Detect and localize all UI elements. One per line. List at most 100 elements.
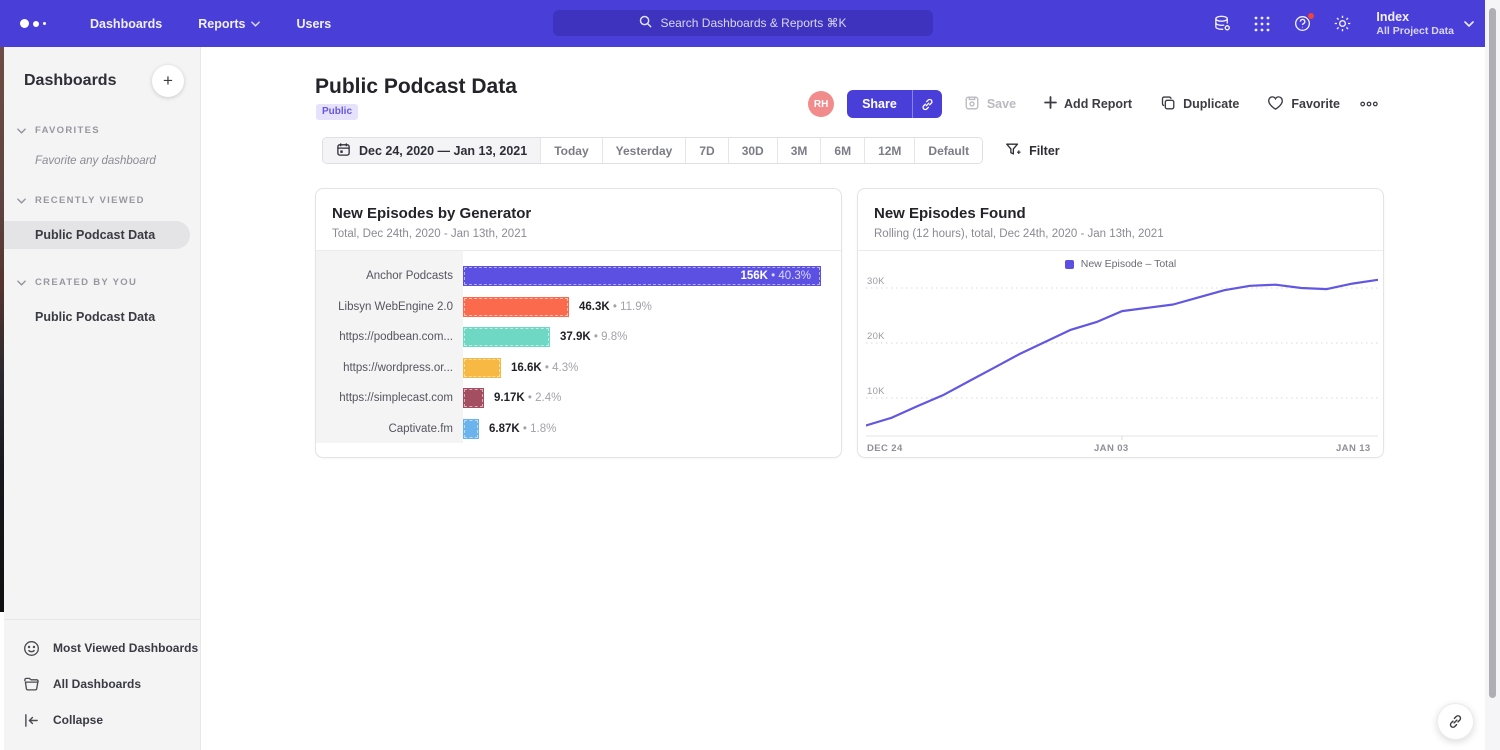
primary-nav: DashboardsReportsUsers [72,0,349,47]
sidebar-title: Dashboards [24,72,116,90]
bar[interactable] [463,297,569,317]
bar-category-label: https://simplecast.com [316,388,453,408]
project-name: Index [1376,10,1454,25]
bar-value-label: 37.9K • 9.8% [560,327,627,347]
favorite-button[interactable]: Favorite [1253,90,1354,118]
page-title: Public Podcast Data [315,75,517,99]
bar[interactable] [463,419,479,439]
copy-link-fab[interactable] [1437,703,1474,740]
bar-value-label: 46.3K • 11.9% [579,297,652,317]
legend-label: New Episode – Total [1081,258,1177,270]
section-header[interactable]: RECENTLY VIEWED [4,191,200,209]
main-content: Public Podcast Data Public RH Share Save… [202,47,1484,750]
bar-value-label: 156K • 40.3% [463,266,811,286]
date-preset-yesterday[interactable]: Yesterday [602,138,686,163]
sidebar-item[interactable]: Public Podcast Data [4,221,190,249]
vertical-scrollbar-thumb[interactable] [1489,8,1496,698]
bar[interactable] [463,388,484,408]
nav-item-dashboards[interactable]: Dashboards [72,0,180,47]
bar-row[interactable]: https://podbean.com... 37.9K • 9.8% [316,327,841,347]
footer-item-collapse[interactable]: Collapse [4,702,200,738]
calendar-icon [336,142,351,160]
more-options-icon[interactable] [1354,101,1384,107]
sidebar-footer: Most Viewed DashboardsAll DashboardsColl… [4,619,200,750]
avatar[interactable]: RH [808,91,834,117]
settings-gear-icon[interactable] [1332,14,1352,34]
date-preset-7d[interactable]: 7D [685,138,727,163]
vertical-scrollbar-track[interactable] [1485,0,1500,750]
sidebar-section: CREATED BY YOU Public Podcast Data [4,273,200,331]
bar-value-label: 16.6K • 4.3% [511,358,578,378]
date-controls: Dec 24, 2020 — Jan 13, 2021 TodayYesterd… [322,137,1060,164]
smiley-icon [22,639,40,657]
card-new-episodes-found: New Episodes Found Rolling (12 hours), t… [857,188,1384,458]
help-icon[interactable] [1292,14,1312,34]
chevron-down-icon [17,273,26,291]
footer-item-all-dashboards[interactable]: All Dashboards [4,666,200,702]
nav-item-reports[interactable]: Reports [180,0,278,47]
line-chart[interactable] [866,271,1378,441]
chevron-down-icon [1464,21,1474,27]
bar-row[interactable]: Anchor Podcasts 156K • 40.3% [316,266,841,286]
mixpanel-logo-icon[interactable] [20,19,60,28]
search-placeholder: Search Dashboards & Reports ⌘K [660,16,846,30]
section-header[interactable]: FAVORITES [4,121,200,139]
date-preset-default[interactable]: Default [914,138,982,163]
apps-grid-icon[interactable] [1252,14,1272,34]
bar-row[interactable]: https://wordpress.or... 16.6K • 4.3% [316,358,841,378]
project-scope: All Project Data [1376,25,1454,38]
bar-row[interactable]: Captivate.fm 6.87K • 1.8% [316,419,841,439]
share-link-icon[interactable] [912,90,942,118]
bar-row[interactable]: https://simplecast.com 9.17K • 2.4% [316,388,841,408]
sidebar-item[interactable]: Public Podcast Data [4,303,190,331]
x-axis-tick: JAN 13 [1336,443,1371,454]
bar[interactable] [463,358,501,378]
chart-subtitle: Rolling (12 hours), total, Dec 24th, 202… [874,228,1164,240]
sidebar-section: FAVORITESFavorite any dashboard [4,121,200,167]
save-button[interactable]: Save [950,90,1030,118]
section-header[interactable]: CREATED BY YOU [4,273,200,291]
save-icon [964,95,980,114]
project-switcher[interactable]: Index All Project Data [1376,10,1474,38]
sidebar-sections: FAVORITESFavorite any dashboard RECENTLY… [4,121,200,331]
date-preset-30d[interactable]: 30D [728,138,777,163]
sidebar-section: RECENTLY VIEWED Public Podcast Data [4,191,200,249]
duplicate-icon [1160,95,1176,114]
chart-title[interactable]: New Episodes by Generator [332,205,531,222]
bar-chart: Anchor Podcasts 156K • 40.3% Libsyn WebEn… [316,251,841,443]
collapse-icon [22,711,40,729]
date-range-picker[interactable]: Dec 24, 2020 — Jan 13, 2021 [323,138,540,163]
heart-icon [1267,95,1284,114]
top-navbar: DashboardsReportsUsers Search Dashboards… [0,0,1500,47]
date-preset-12m[interactable]: 12M [864,138,914,163]
share-button[interactable]: Share [847,90,912,118]
data-management-icon[interactable] [1212,14,1232,34]
bar-category-label: https://wordpress.or... [316,358,453,378]
duplicate-button[interactable]: Duplicate [1146,90,1253,118]
filter-button[interactable]: Filter [1005,142,1060,160]
date-preset-today[interactable]: Today [540,138,601,163]
y-axis-tick: 30K [867,276,885,287]
bar-row[interactable]: Libsyn WebEngine 2.0 46.3K • 11.9% [316,297,841,317]
add-report-button[interactable]: Add Report [1030,90,1146,118]
search-input[interactable]: Search Dashboards & Reports ⌘K [553,10,933,36]
date-preset-3m[interactable]: 3M [777,138,821,163]
add-dashboard-button[interactable]: + [152,65,184,97]
footer-item-most-viewed-dashboards[interactable]: Most Viewed Dashboards [4,630,200,666]
chart-legend: New Episode – Total [858,258,1383,270]
bar-value-label: 9.17K • 2.4% [494,388,561,408]
filter-funnel-icon [1005,142,1021,160]
x-axis-tick: DEC 24 [867,443,903,454]
chart-title[interactable]: New Episodes Found [874,205,1026,222]
folder-icon [22,675,40,693]
legend-swatch [1065,260,1074,269]
chevron-down-icon [251,21,260,27]
dashboard-actions: RH Share Save Add Report Duplicate [808,90,1384,118]
bar-category-label: https://podbean.com... [316,327,453,347]
x-axis-tick: JAN 03 [1094,443,1129,454]
nav-item-users[interactable]: Users [278,0,349,47]
bar[interactable] [463,327,550,347]
date-preset-6m[interactable]: 6M [820,138,864,163]
dashboards-sidebar: Dashboards + FAVORITESFavorite any dashb… [4,47,201,750]
chevron-down-icon [17,191,26,209]
